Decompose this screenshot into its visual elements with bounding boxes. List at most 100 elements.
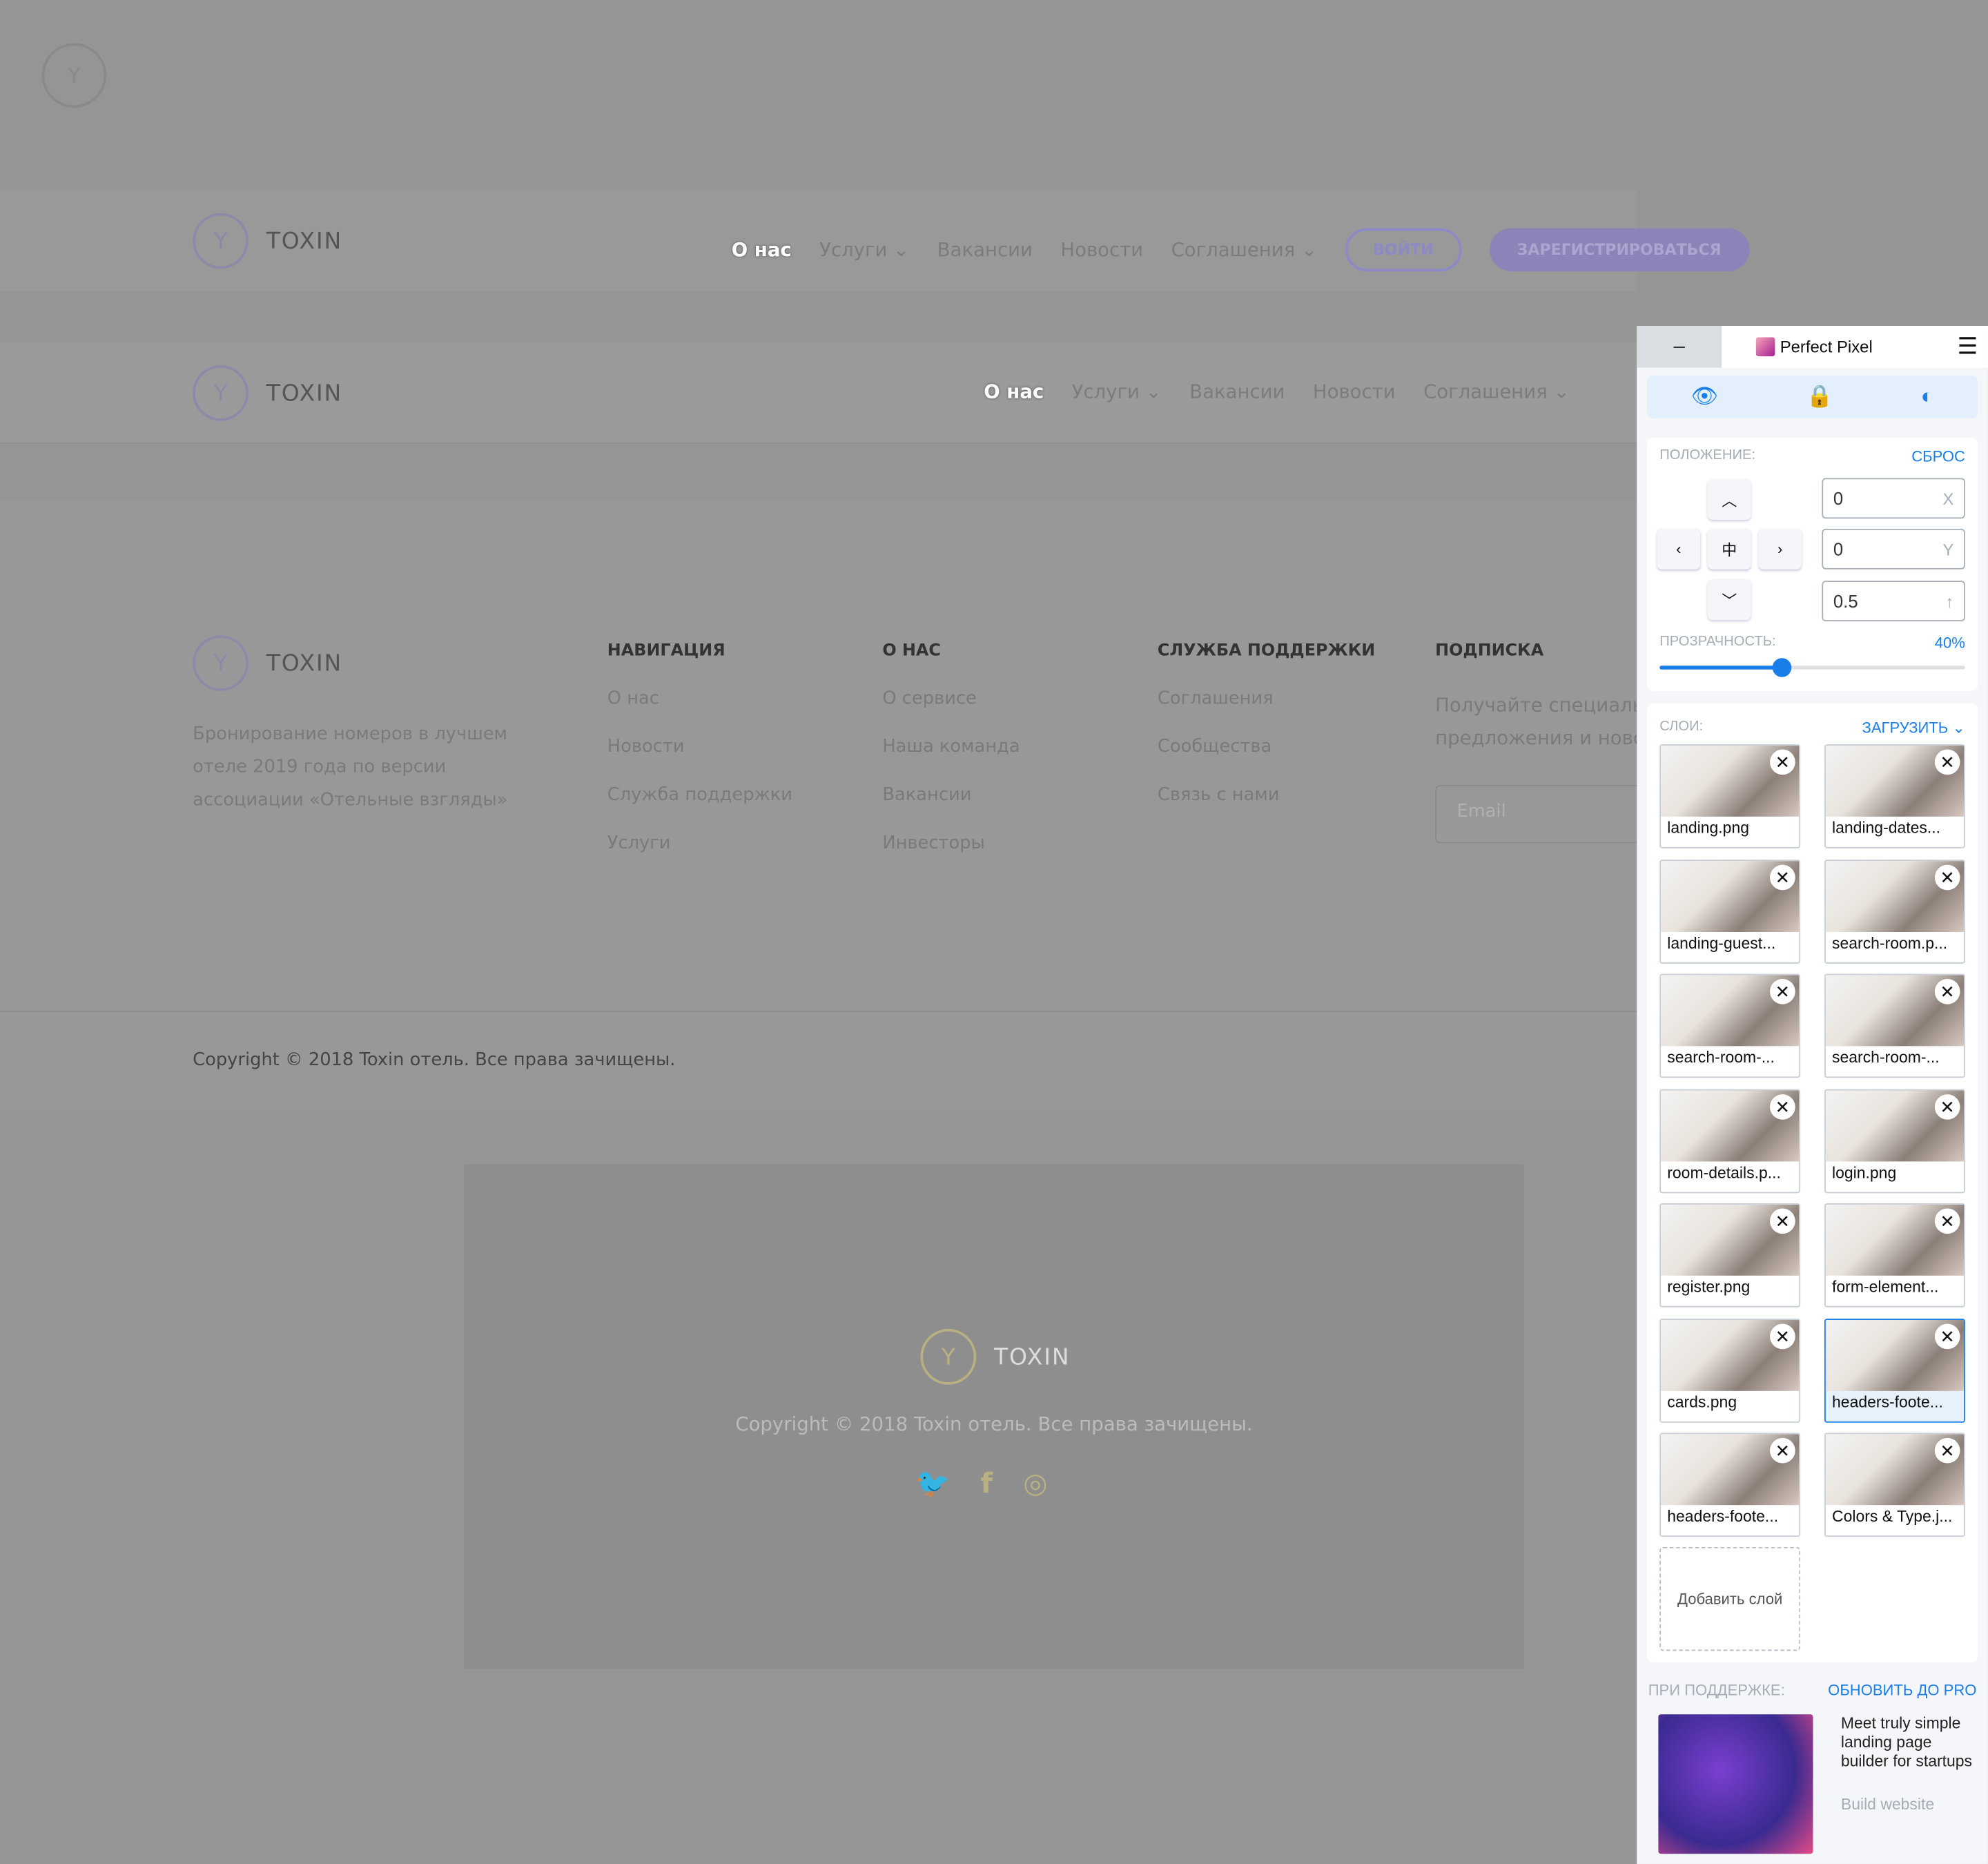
footer-link[interactable]: Соглашения xyxy=(1158,688,1375,708)
nav-about[interactable]: О нас xyxy=(732,238,792,261)
lock-icon[interactable]: 🔒 xyxy=(1806,385,1833,410)
layer-tile[interactable]: search-room-... ✕ xyxy=(1659,973,1801,1078)
remove-layer-icon[interactable]: ✕ xyxy=(1770,1437,1795,1464)
upload-button[interactable]: ЗАГРУЗИТЬ ⌄ xyxy=(1862,719,1965,737)
layer-tile[interactable]: register.png ✕ xyxy=(1659,1203,1801,1308)
nav-agreements[interactable]: Соглашения ⌄ xyxy=(1171,238,1318,261)
layer-tile[interactable]: cards.png ✕ xyxy=(1659,1318,1801,1422)
layer-name: room-details.p... xyxy=(1667,1163,1781,1181)
eye-icon[interactable]: 👁 xyxy=(1691,385,1719,410)
footer-copyright: Copyright © 2018 Toxin отель. Все права … xyxy=(193,1049,676,1071)
layer-tile[interactable]: headers-foote... ✕ xyxy=(1659,1433,1801,1537)
nav-agreements-label: Соглашения xyxy=(1171,238,1296,262)
register-button[interactable]: ЗАРЕГИСТРИРОВАТЬСЯ xyxy=(1489,228,1750,272)
layer-tile[interactable]: room-details.p... ✕ xyxy=(1659,1088,1801,1193)
footer-link[interactable]: Наша команда xyxy=(882,737,1020,757)
email-input[interactable]: Email xyxy=(1435,784,1639,844)
layer-tile[interactable]: Colors & Type.j... ✕ xyxy=(1824,1433,1965,1537)
x-label: X xyxy=(1942,489,1954,508)
remove-layer-icon[interactable]: ✕ xyxy=(1934,1208,1960,1234)
twitter-icon[interactable]: 🐦 xyxy=(915,1468,950,1500)
footer-small-logo[interactable]: Y TOXIN xyxy=(920,1328,1070,1385)
footer-link[interactable]: О сервисе xyxy=(882,688,1020,708)
layer-name: login.png xyxy=(1832,1163,1897,1181)
position-card: ПОЛОЖЕНИЕ: СБРОС ︿ ‹ 中 › ﹀ 0X 0Y 0.5 ↑ ПР… xyxy=(1646,437,1978,692)
layer-name: headers-foote... xyxy=(1667,1507,1779,1526)
layer-tile[interactable]: search-room-... ✕ xyxy=(1824,973,1965,1078)
footer-link[interactable]: Служба поддержки xyxy=(607,785,792,805)
opacity-label: ПРОЗРАЧНОСТЬ: xyxy=(1659,634,1776,650)
remove-layer-icon[interactable]: ✕ xyxy=(1770,1208,1795,1234)
facebook-icon[interactable]: f xyxy=(981,1468,993,1500)
social-links: 🐦 f ◎ xyxy=(915,1468,1047,1500)
footer-small-copyright: Copyright © 2018 Toxin отель. Все права … xyxy=(735,1412,1253,1436)
remove-layer-icon[interactable]: ✕ xyxy=(1770,978,1795,1004)
instagram-icon[interactable]: ◎ xyxy=(1023,1468,1047,1500)
scale-input[interactable]: 0.5 ↑ xyxy=(1822,581,1965,621)
remove-layer-icon[interactable]: ✕ xyxy=(1770,749,1795,775)
y-input[interactable]: 0Y xyxy=(1822,528,1965,570)
remove-layer-icon[interactable]: ✕ xyxy=(1934,1437,1960,1464)
footer-link[interactable]: Инвесторы xyxy=(882,833,1020,853)
move-left-button[interactable]: ‹ xyxy=(1657,528,1701,570)
header-1-nav: О нас Услуги ⌄ Вакансии Новости Соглашен… xyxy=(732,228,1750,272)
remove-layer-icon[interactable]: ✕ xyxy=(1770,1323,1795,1349)
remove-layer-icon[interactable]: ✕ xyxy=(1770,1094,1795,1119)
reset-button[interactable]: СБРОС xyxy=(1911,447,1965,465)
footer-link[interactable]: О нас xyxy=(607,688,792,708)
move-down-button[interactable]: ﹀ xyxy=(1708,579,1751,621)
nav-vacancies[interactable]: Вакансии xyxy=(1189,380,1285,403)
opacity-slider-handle[interactable] xyxy=(1773,658,1792,677)
layer-tile[interactable]: form-element... ✕ xyxy=(1824,1203,1965,1308)
menu-icon[interactable]: ☰ xyxy=(1958,333,1978,360)
opacity-slider[interactable] xyxy=(1659,658,1965,677)
layer-tile[interactable]: landing-guest... ✕ xyxy=(1659,859,1801,963)
ad-link[interactable]: Build website xyxy=(1841,1796,1934,1814)
header-1-logo[interactable]: Y TOXIN xyxy=(193,213,342,269)
footer-col-about: О НАС О сервисе Наша команда Вакансии Инвест… xyxy=(882,641,1020,881)
remove-layer-icon[interactable]: ✕ xyxy=(1934,1323,1960,1349)
nav-services[interactable]: Услуги ⌄ xyxy=(819,238,909,261)
footer-link[interactable]: Услуги xyxy=(607,833,792,853)
invert-icon[interactable]: ◐ xyxy=(1921,385,1934,410)
upgrade-button[interactable]: ОБНОВИТЬ ДО PRO xyxy=(1828,1681,1976,1699)
footer-link[interactable]: Новости xyxy=(607,737,792,757)
move-right-button[interactable]: › xyxy=(1758,528,1802,570)
layer-tile[interactable]: landing.png ✕ xyxy=(1659,744,1801,848)
center-icon[interactable]: 中 xyxy=(1708,528,1751,570)
remove-layer-icon[interactable]: ✕ xyxy=(1770,864,1795,890)
nav-agreements[interactable]: Соглашения ⌄ xyxy=(1423,380,1570,403)
layer-name: search-room-... xyxy=(1667,1048,1775,1067)
col-title: СЛУЖБА ПОДДЕРЖКИ xyxy=(1157,641,1376,661)
remove-layer-icon[interactable]: ✕ xyxy=(1934,1094,1960,1119)
remove-layer-icon[interactable]: ✕ xyxy=(1934,978,1960,1004)
subscribe-text: Получайте специальные предложения и ново… xyxy=(1435,693,1638,750)
nav-services[interactable]: Услуги ⌄ xyxy=(1072,380,1162,403)
nav-about[interactable]: О нас xyxy=(984,380,1044,403)
footer-link[interactable]: Сообщества xyxy=(1158,737,1375,757)
header-2-logo[interactable]: Y TOXIN xyxy=(193,365,342,421)
nav-vacancies[interactable]: Вакансии xyxy=(937,238,1033,261)
ad-text[interactable]: Meet truly simple landing page builder f… xyxy=(1841,1714,1980,1771)
remove-layer-icon[interactable]: ✕ xyxy=(1934,864,1960,890)
add-layer-button[interactable]: Добавить слой xyxy=(1659,1546,1801,1651)
nav-news[interactable]: Новости xyxy=(1060,238,1143,261)
footer-link[interactable]: Связь с нами xyxy=(1158,785,1375,805)
header-2-nav: О нас Услуги ⌄ Вакансии Новости Соглашен… xyxy=(984,380,1569,403)
layer-tile[interactable]: headers-foote... ✕ xyxy=(1824,1318,1965,1422)
brand-name: TOXIN xyxy=(266,380,343,407)
x-input[interactable]: 0X xyxy=(1822,478,1965,519)
layer-tile[interactable]: login.png ✕ xyxy=(1824,1088,1965,1193)
minimize-button[interactable]: – xyxy=(1637,326,1722,368)
footer-link[interactable]: Вакансии xyxy=(882,785,1020,805)
move-up-button[interactable]: ︿ xyxy=(1708,479,1751,521)
layer-name: cards.png xyxy=(1667,1392,1737,1411)
nav-news[interactable]: Новости xyxy=(1313,380,1396,403)
col-title: НАВИГАЦИЯ xyxy=(607,641,725,661)
login-button[interactable]: ВОЙТИ xyxy=(1345,228,1461,272)
remove-layer-icon[interactable]: ✕ xyxy=(1934,749,1960,775)
ad-illustration[interactable] xyxy=(1658,1714,1813,1854)
layer-tile[interactable]: search-room.p... ✕ xyxy=(1824,859,1965,963)
footer-logo[interactable]: Y TOXIN xyxy=(193,635,342,692)
layer-tile[interactable]: landing-dates... ✕ xyxy=(1824,744,1965,848)
